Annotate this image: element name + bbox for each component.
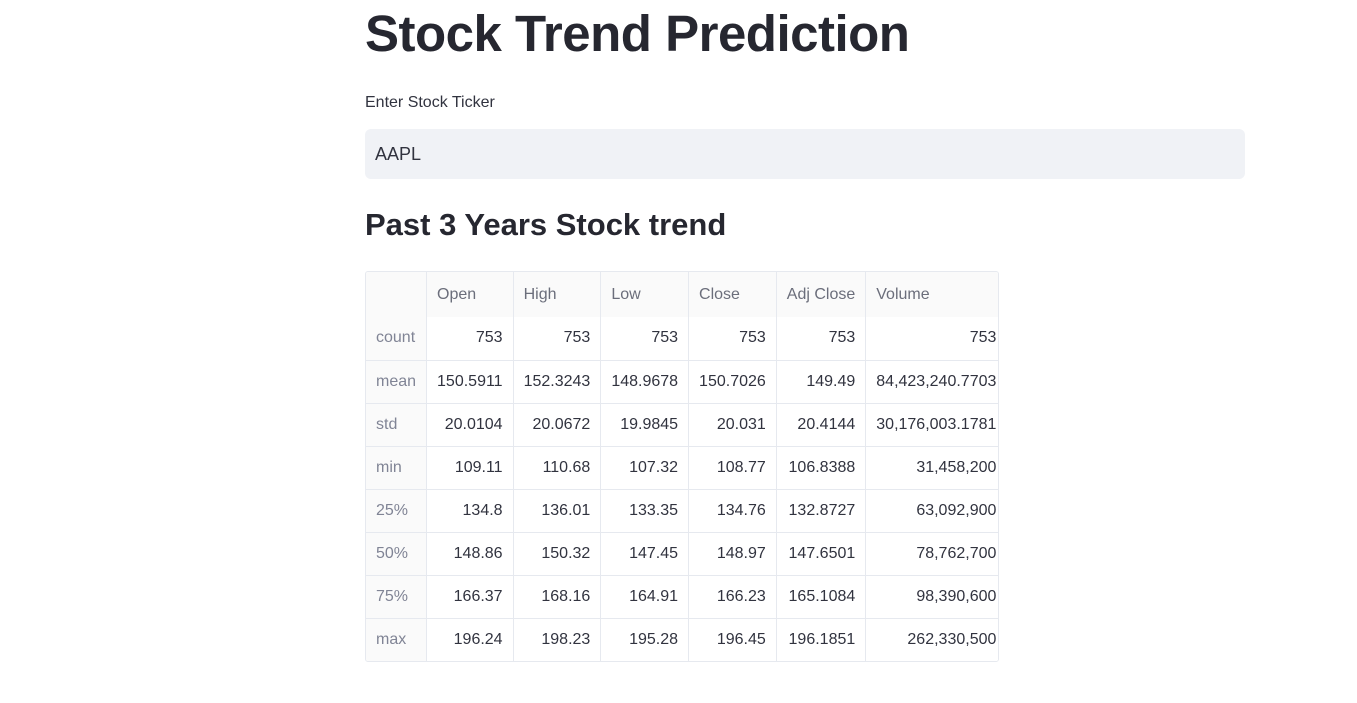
table-cell: 136.01 [513,489,602,533]
table-cell: 78,762,700 [865,532,998,576]
table-cell: 31,458,200 [865,446,998,490]
table-row: std 20.0104 20.0672 19.9845 20.031 20.41… [366,403,998,447]
stats-table-grid: Open High Low Close Adj Close Volume cou… [366,272,998,661]
table-cell: 20.0672 [513,403,602,447]
table-cell: 150.5911 [426,360,514,404]
row-label: min [366,446,428,490]
table-row: 25% 134.8 136.01 133.35 134.76 132.8727 … [366,489,998,533]
table-cell: 107.32 [600,446,690,490]
row-label: 75% [366,575,428,619]
page-title: Stock Trend Prediction [365,5,910,62]
column-header[interactable]: Volume [865,272,998,317]
row-label: count [366,317,428,361]
table-row: max 196.24 198.23 195.28 196.45 196.1851… [366,618,998,661]
table-cell: 148.86 [426,532,514,576]
column-header[interactable] [366,272,428,317]
table-cell: 108.77 [688,446,777,490]
table-cell: 753 [776,317,867,361]
column-header[interactable]: Open [426,272,514,317]
column-header[interactable]: High [513,272,602,317]
table-cell: 166.23 [688,575,777,619]
table-cell: 196.1851 [776,618,867,661]
table-cell: 149.49 [776,360,867,404]
stats-table: Open High Low Close Adj Close Volume cou… [365,271,999,662]
table-cell: 132.8727 [776,489,867,533]
table-cell: 106.8388 [776,446,867,490]
table-cell: 198.23 [513,618,602,661]
table-row: min 109.11 110.68 107.32 108.77 106.8388… [366,446,998,490]
table-cell: 262,330,500 [865,618,998,661]
row-label: 50% [366,532,428,576]
ticker-input[interactable] [365,129,1245,179]
section-heading: Past 3 Years Stock trend [365,207,727,242]
table-cell: 148.9678 [600,360,690,404]
table-cell: 753 [426,317,514,361]
row-label: 25% [366,489,428,533]
table-cell: 30,176,003.1781 [865,403,998,447]
table-cell: 196.24 [426,618,514,661]
table-cell: 20.0104 [426,403,514,447]
table-row: mean 150.5911 152.3243 148.9678 150.7026… [366,360,998,404]
table-cell: 134.76 [688,489,777,533]
row-label: max [366,618,428,661]
row-label: mean [366,360,428,404]
table-cell: 98,390,600 [865,575,998,619]
table-row: 50% 148.86 150.32 147.45 148.97 147.6501… [366,532,998,576]
row-label: std [366,403,428,447]
table-cell: 19.9845 [600,403,690,447]
table-cell: 110.68 [513,446,602,490]
table-cell: 196.45 [688,618,777,661]
table-cell: 63,092,900 [865,489,998,533]
column-header[interactable]: Low [600,272,690,317]
table-cell: 165.1084 [776,575,867,619]
table-cell: 753 [865,317,998,361]
table-cell: 148.97 [688,532,777,576]
ticker-input-label: Enter Stock Ticker [365,94,495,111]
table-cell: 168.16 [513,575,602,619]
table-cell: 84,423,240.7703 [865,360,998,404]
table-cell: 147.6501 [776,532,867,576]
table-cell: 195.28 [600,618,690,661]
table-cell: 164.91 [600,575,690,619]
table-cell: 20.4144 [776,403,867,447]
table-cell: 753 [513,317,602,361]
table-cell: 109.11 [426,446,514,490]
table-header-row: Open High Low Close Adj Close Volume [366,272,998,317]
table-row: count 753 753 753 753 753 753 [366,317,998,361]
column-header[interactable]: Adj Close [776,272,867,317]
table-cell: 753 [600,317,690,361]
table-cell: 152.3243 [513,360,602,404]
table-cell: 133.35 [600,489,690,533]
table-cell: 753 [688,317,777,361]
table-cell: 166.37 [426,575,514,619]
table-row: 75% 166.37 168.16 164.91 166.23 165.1084… [366,575,998,619]
column-header[interactable]: Close [688,272,777,317]
table-cell: 150.32 [513,532,602,576]
table-cell: 150.7026 [688,360,777,404]
table-cell: 134.8 [426,489,514,533]
table-cell: 20.031 [688,403,777,447]
table-cell: 147.45 [600,532,690,576]
